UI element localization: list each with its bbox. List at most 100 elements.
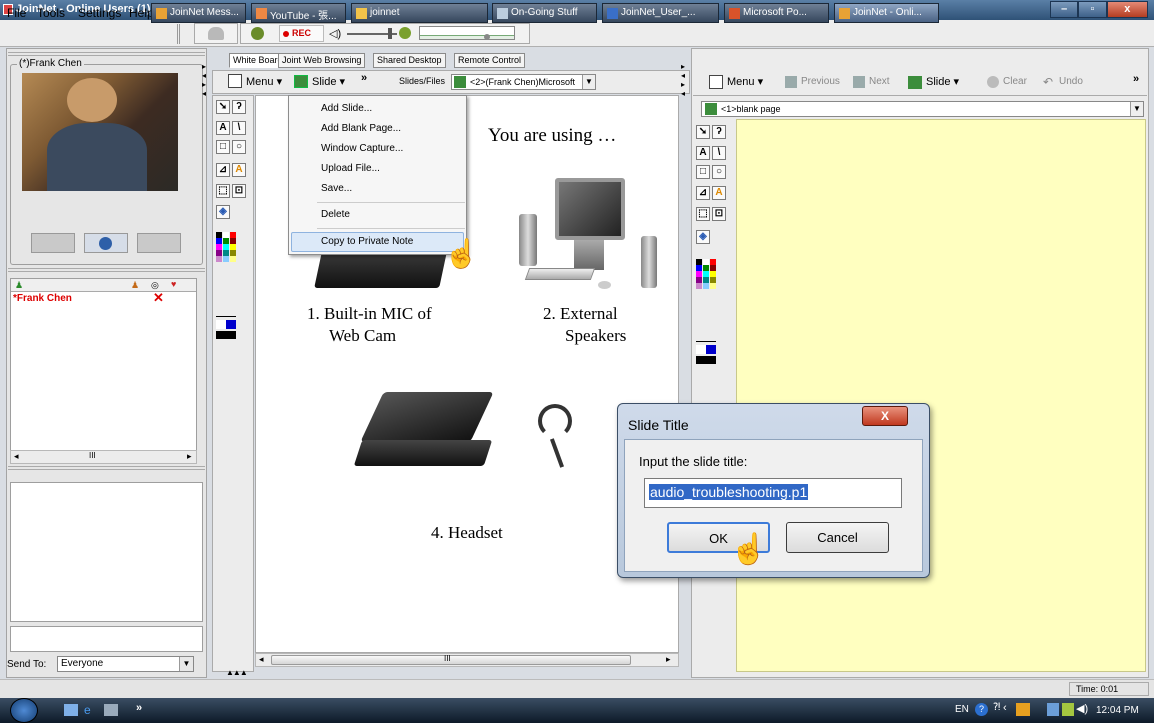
slide-title-input[interactable]: audio_troubleshooting.p1	[644, 478, 902, 508]
send-to-select[interactable]: Everyone ▼	[57, 656, 194, 672]
tray-app-icon[interactable]	[1062, 703, 1074, 716]
maximize-button[interactable]: ▫	[1078, 1, 1107, 18]
tray-overflow-icon[interactable]: ⁈	[993, 702, 1000, 713]
start-button[interactable]	[10, 698, 38, 723]
chat-input[interactable]	[10, 626, 203, 652]
task-joinnet-folder[interactable]: joinnet	[351, 3, 488, 23]
tab-remote-control[interactable]: Remote Control	[454, 53, 526, 68]
list-item[interactable]: *Frank Chen ✕	[11, 290, 196, 306]
clock[interactable]: 12:04 PM	[1096, 705, 1139, 716]
whiteboard-hscroll[interactable]: ◂ III ▸	[255, 653, 679, 667]
color-palette[interactable]	[696, 259, 718, 329]
polygon-tool[interactable]: ⊿	[216, 163, 230, 177]
select-arrow-tool[interactable]: ➘	[216, 100, 230, 114]
capture-tool[interactable]: ⊡	[232, 184, 246, 198]
hand-pointer-tool[interactable]: ʔ	[232, 100, 246, 114]
menu-item-upload-file[interactable]: Upload File...	[321, 163, 380, 174]
menu-item-copy-to-private-note[interactable]: Copy to Private Note	[321, 236, 413, 247]
previous-button[interactable]: Previous	[783, 74, 849, 92]
switch-windows-icon[interactable]	[104, 704, 118, 716]
menu-button[interactable]: Menu ▾	[226, 73, 296, 91]
close-window-button[interactable]: x	[1106, 1, 1148, 18]
record-button[interactable]: REC	[279, 25, 324, 42]
sidebar-grip-3[interactable]	[8, 466, 205, 470]
private-note-canvas[interactable]	[736, 119, 1146, 672]
task-joinnet-user-guide[interactable]: JoinNet_User_...	[602, 3, 719, 23]
menu-tools[interactable]: Tools	[37, 6, 65, 20]
scroll-left-icon[interactable]: ◂	[14, 451, 19, 462]
menu-item-save[interactable]: Save...	[321, 183, 352, 194]
panel-arrows-right[interactable]: ▸ ◂ ▸ ◂	[681, 62, 689, 98]
next-button[interactable]: Next	[851, 74, 901, 92]
menu-help[interactable]: Help	[129, 6, 154, 20]
highlight-text-tool[interactable]: A	[712, 186, 726, 200]
network-icon[interactable]	[1047, 703, 1059, 716]
tray-expand-icon[interactable]: ‹	[1003, 702, 1007, 714]
slide-file-select[interactable]: <2>(Frank Chen)Microsoft ▼	[451, 74, 596, 90]
scroll-right-icon[interactable]: ▸	[666, 654, 671, 665]
microphone-icon[interactable]	[251, 27, 264, 40]
hand-pointer-tool[interactable]: ʔ	[712, 125, 726, 139]
task-joinnet-messenger[interactable]: JoinNet Mess...	[151, 3, 246, 23]
menu-file[interactable]: File	[7, 6, 26, 20]
task-youtube[interactable]: YouTube - 張...	[251, 3, 346, 23]
line-tool[interactable]: \	[232, 121, 246, 135]
menu-item-add-slide[interactable]: Add Slide...	[321, 103, 372, 114]
marquee-tool[interactable]: ⬚	[216, 184, 230, 198]
ellipse-tool[interactable]: ○	[712, 165, 726, 179]
text-tool[interactable]: A	[216, 121, 230, 135]
language-indicator[interactable]: EN	[955, 704, 969, 715]
video-off-button[interactable]	[31, 233, 75, 253]
remove-user-icon[interactable]: ✕	[153, 290, 164, 306]
expand-up-icon[interactable]: ▲▲▲	[226, 668, 256, 677]
dropdown-arrow-icon[interactable]: ▼	[582, 75, 595, 89]
cancel-button[interactable]: Cancel	[786, 522, 889, 553]
color-palette[interactable]	[216, 232, 238, 302]
toolbar-overflow-button[interactable]: »	[361, 72, 367, 84]
slide-button[interactable]: Slide ▾	[292, 73, 356, 91]
dropdown-arrow-icon[interactable]: ▼	[179, 657, 193, 671]
sidebar-grip[interactable]	[8, 52, 205, 56]
show-desktop-icon[interactable]	[64, 704, 78, 716]
ellipse-tool[interactable]: ○	[232, 140, 246, 154]
panel-arrows-left[interactable]: ▸ ◂ ▸ ◂	[202, 62, 210, 98]
capture-tool[interactable]: ⊡	[712, 207, 726, 221]
eraser-tool[interactable]: ◈	[696, 230, 710, 244]
marquee-tool[interactable]: ⬚	[696, 207, 710, 221]
ie-icon[interactable]: e	[84, 704, 98, 716]
camera-button[interactable]	[194, 23, 238, 44]
volume-icon[interactable]: ◀)	[1076, 702, 1088, 715]
volume-thumb[interactable]	[388, 28, 392, 39]
undo-button[interactable]: ↶ Undo	[1041, 74, 1093, 92]
page-select[interactable]: <1>blank page ▼	[701, 101, 1144, 117]
menu-item-delete[interactable]: Delete	[321, 209, 350, 220]
dropdown-arrow-icon[interactable]: ▼	[1130, 102, 1143, 116]
menu-item-window-capture[interactable]: Window Capture...	[321, 143, 403, 154]
tab-joint-web-browsing[interactable]: Joint Web Browsing	[278, 53, 366, 68]
tab-shared-desktop[interactable]: Shared Desktop	[373, 53, 446, 68]
polygon-tool[interactable]: ⊿	[696, 186, 710, 200]
task-ongoing-stuff[interactable]: On-Going Stuff	[492, 3, 597, 23]
help-icon[interactable]: ?	[975, 703, 988, 716]
quicklaunch-overflow[interactable]: »	[136, 702, 142, 714]
video-on-button[interactable]	[84, 233, 128, 253]
line-width-selector[interactable]	[216, 316, 236, 344]
select-arrow-tool[interactable]: ➘	[696, 125, 710, 139]
minimize-button[interactable]: –	[1050, 1, 1079, 18]
text-tool[interactable]: A	[696, 146, 710, 160]
line-tool[interactable]: \	[712, 146, 726, 160]
menu-item-add-blank-page[interactable]: Add Blank Page...	[321, 123, 401, 134]
line-width-selector[interactable]	[696, 341, 716, 369]
hscroll-thumb[interactable]: III	[271, 654, 631, 665]
highlight-text-tool[interactable]: A	[232, 163, 246, 177]
sidebar-grip-2[interactable]	[8, 268, 205, 272]
right-slide-button[interactable]: Slide ▾	[906, 74, 976, 92]
tray-joinnet-icon[interactable]	[1016, 703, 1030, 716]
scroll-right-icon[interactable]: ▸	[187, 451, 192, 462]
rectangle-tool[interactable]: □	[216, 140, 230, 154]
rectangle-tool[interactable]: □	[696, 165, 710, 179]
task-microsoft-powerpoint[interactable]: Microsoft Po...	[724, 3, 829, 23]
dialog-close-button[interactable]: X	[862, 406, 908, 426]
scroll-left-icon[interactable]: ◂	[259, 654, 264, 665]
video-screen-button[interactable]	[137, 233, 181, 253]
